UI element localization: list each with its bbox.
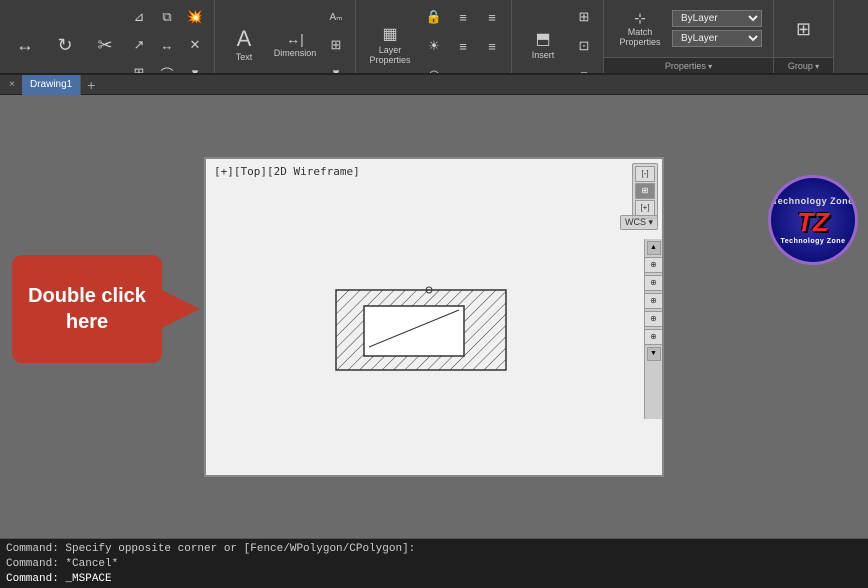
viewport-label: [+][Top][2D Wireframe] [214, 165, 360, 178]
layers-group-content: ▦ Layer Properties 🔒 ☀ ◎ ≡ ≡ ≡ ≡ ≡ ≡ [356, 0, 511, 75]
tz-main-text: TZ [797, 207, 829, 238]
more-modify-button[interactable]: ▾ [182, 60, 208, 75]
tz-top-text: Technology Zone [772, 196, 853, 206]
ribbon-group-group: ⊞ Group [774, 0, 834, 73]
hatch-drawing [334, 282, 514, 382]
ribbon-group-block: ⬒ Insert ⊞ ⊡ ▾ Block [512, 0, 604, 73]
lineweight-select[interactable]: ByLayer [672, 30, 762, 47]
insert-button[interactable]: ⬒ Insert [518, 27, 568, 65]
main-area: Double click here [+][Top][2D Wireframe]… [0, 95, 868, 538]
command-area: Command: Specify opposite corner or [Fen… [0, 538, 868, 588]
scroll-btn-6[interactable]: ⊕ [644, 329, 664, 345]
double-click-tooltip[interactable]: Double click here [12, 255, 162, 363]
match-properties-button[interactable]: ⊹ Match Properties [610, 7, 670, 51]
group-label[interactable]: Group [774, 57, 833, 73]
layer-btn-4[interactable]: ≡ [450, 4, 476, 30]
block-btn-1[interactable]: ⊞ [571, 4, 597, 30]
ribbon: ↔ ↻ ✂ ⊿ ↗ ⊞ ⧉ ↔ ⌒ 💥 ✕ ▾ [0, 0, 868, 75]
array-button[interactable]: ⊞ [126, 60, 152, 75]
layer-btn-6[interactable]: ≡ [450, 62, 476, 75]
table-button[interactable]: ⊞ [323, 32, 349, 58]
rotate-button[interactable]: ↻ [46, 26, 84, 64]
properties-label[interactable]: Properties [604, 57, 773, 73]
layer-btn-7[interactable]: ≡ [479, 4, 505, 30]
stretch-button[interactable]: ↔ [154, 32, 180, 58]
trim-button[interactable]: ✂ [86, 26, 124, 64]
group-content: ⊞ [774, 0, 833, 57]
explode-button[interactable]: 💥 [182, 4, 208, 30]
layer-properties-button[interactable]: ▦ Layer Properties [362, 27, 418, 65]
dimension-button[interactable]: ↔| Dimension [270, 26, 320, 64]
scroll-btn-3[interactable]: ⊕ [644, 275, 664, 291]
move-button[interactable]: ↔ [6, 26, 44, 64]
erase-button[interactable]: ✕ [182, 32, 208, 58]
tz-logo: Technology Zone TZ Technology Zone [768, 175, 858, 265]
linetype-select[interactable]: ByLayer [672, 10, 762, 27]
modify-group-content: ↔ ↻ ✂ ⊿ ↗ ⊞ ⧉ ↔ ⌒ 💥 ✕ ▾ [0, 0, 214, 75]
block-group-content: ⬒ Insert ⊞ ⊡ ▾ [512, 0, 603, 75]
tab-add-button[interactable]: + [83, 77, 99, 93]
copy-button[interactable]: ⧉ [154, 4, 180, 30]
cmd-line-3: Command: _MSPACE [4, 572, 864, 586]
layer-btn-8[interactable]: ≡ [479, 33, 505, 59]
drawing-area [206, 189, 642, 475]
tab-drawing1[interactable]: Drawing1 [22, 75, 81, 95]
ribbon-group-properties: ⊹ Match Properties ByLayer ByLayer Prope… [604, 0, 774, 73]
tooltip-text: Double click here [12, 273, 162, 345]
scroll-btn-2[interactable]: ⊕ [644, 257, 664, 273]
viewport-scrollbar[interactable]: ▲ ⊕ ⊕ ⊕ ⊕ ⊕ ▼ [644, 239, 662, 419]
tab-row: × Drawing1 + [0, 75, 868, 95]
tz-sub-text: Technology Zone [781, 238, 846, 245]
layer-btn-3[interactable]: ◎ [421, 62, 447, 75]
block-btn-2[interactable]: ⊡ [571, 33, 597, 59]
mirror-button[interactable]: ⊿ [126, 4, 152, 30]
properties-group-content: ⊹ Match Properties ByLayer ByLayer [604, 0, 773, 57]
scroll-up-btn[interactable]: ▲ [647, 241, 661, 255]
ribbon-group-modify: ↔ ↻ ✂ ⊿ ↗ ⊞ ⧉ ↔ ⌒ 💥 ✕ ▾ [0, 0, 215, 73]
scroll-down-btn[interactable]: ▼ [647, 347, 661, 361]
text-button[interactable]: A Text [221, 26, 267, 64]
layer-btn-5[interactable]: ≡ [450, 33, 476, 59]
scroll-btn-5[interactable]: ⊕ [644, 311, 664, 327]
ribbon-group-annotation: A Text ↔| Dimension Aₘ ⊞ ▾ Annotation [215, 0, 356, 73]
mtext-button[interactable]: Aₘ [323, 4, 349, 30]
viewport[interactable]: [+][Top][2D Wireframe] [-] ⊞ [+] WCS ▾ ▲… [204, 157, 664, 477]
annotation-group-content: A Text ↔| Dimension Aₘ ⊞ ▾ [215, 0, 355, 75]
block-btn-3[interactable]: ▾ [571, 62, 597, 75]
viewport-ctrl-1[interactable]: [-] [635, 166, 655, 182]
ribbon-group-layers: ▦ Layer Properties 🔒 ☀ ◎ ≡ ≡ ≡ ≡ ≡ ≡ Lay… [356, 0, 512, 73]
scale-button[interactable]: ↗ [126, 32, 152, 58]
tab-close-icon[interactable]: × [4, 77, 20, 93]
cmd-line-2: Command: *Cancel* [4, 557, 864, 571]
group-button[interactable]: ⊞ [784, 10, 824, 48]
cmd-line-1: Command: Specify opposite corner or [Fen… [4, 542, 864, 556]
fillet-button[interactable]: ⌒ [154, 60, 180, 75]
annotation-more-button[interactable]: ▾ [323, 60, 349, 75]
scroll-btn-4[interactable]: ⊕ [644, 293, 664, 309]
layer-btn-1[interactable]: 🔒 [421, 4, 447, 30]
layer-btn-2[interactable]: ☀ [421, 33, 447, 59]
layer-btn-9[interactable]: ≡ [479, 62, 505, 75]
